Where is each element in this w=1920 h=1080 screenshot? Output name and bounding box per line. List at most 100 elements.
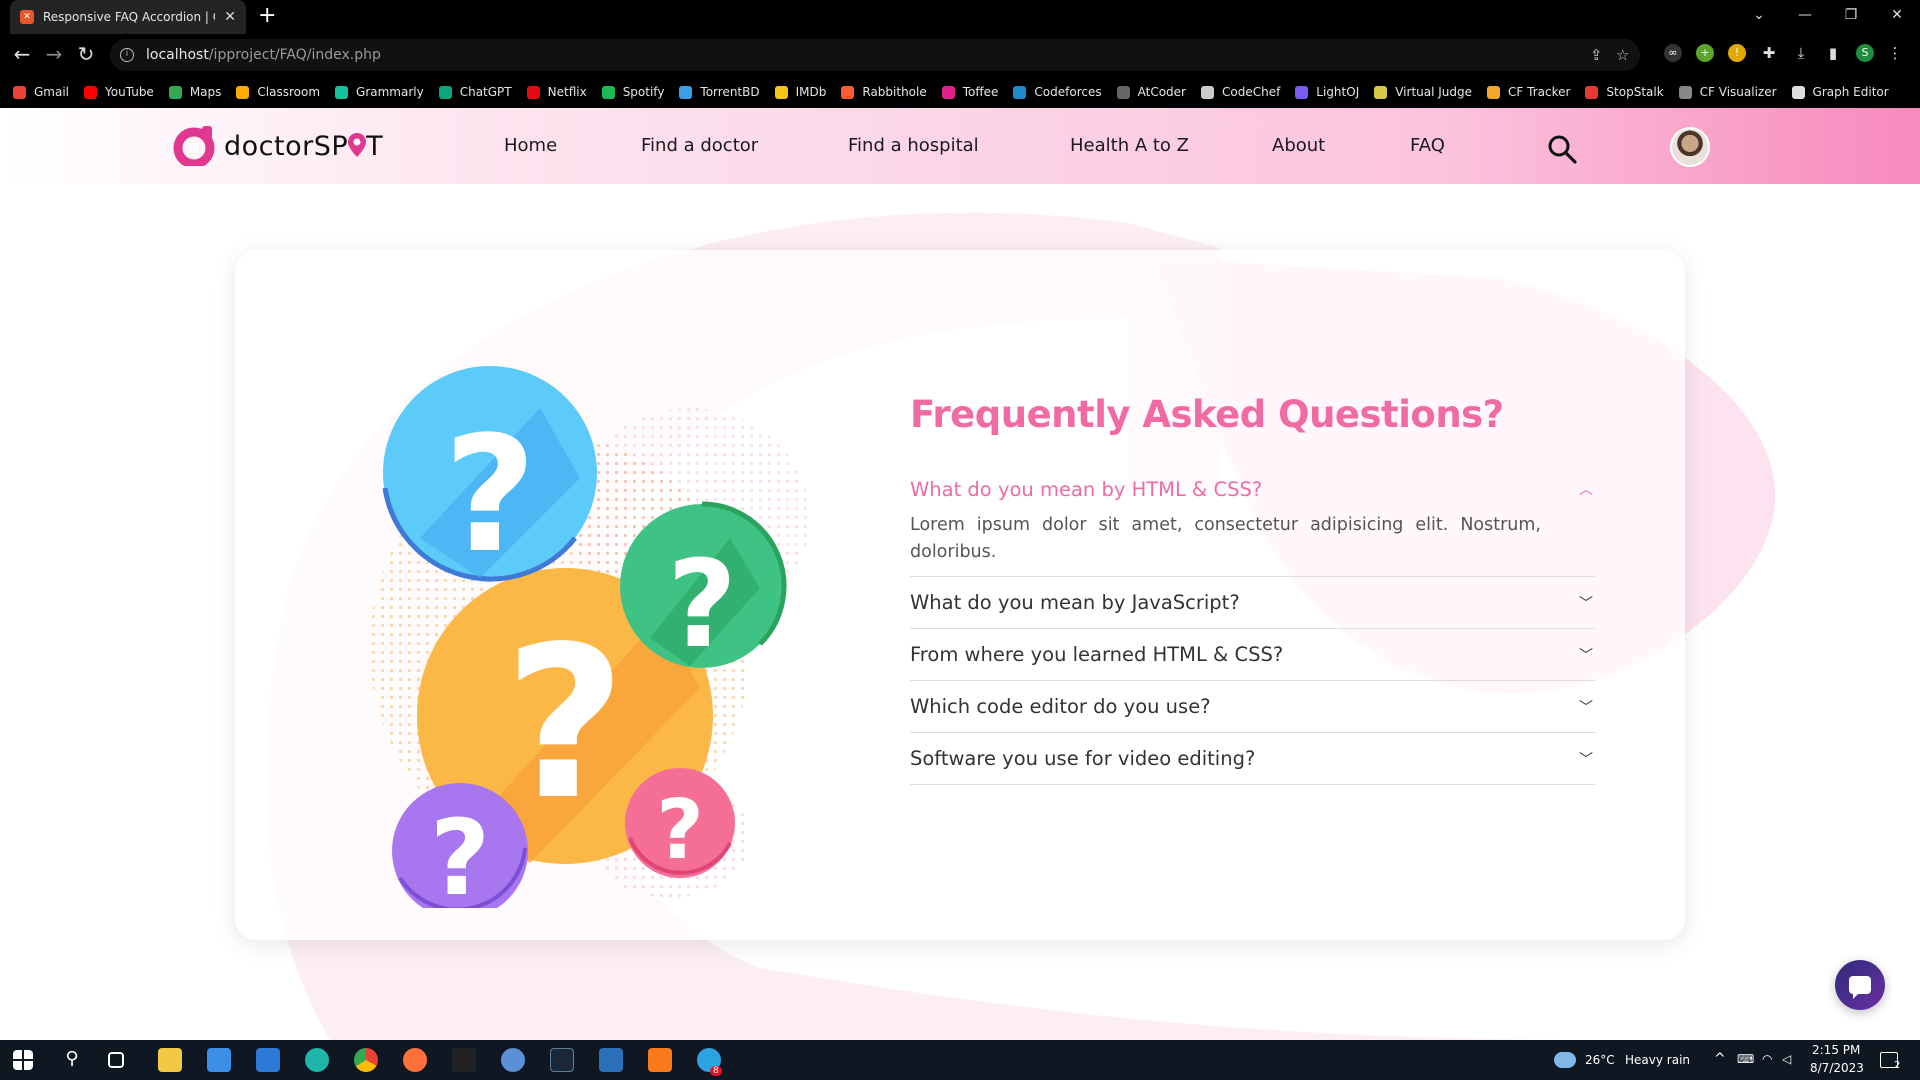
minimize-button[interactable]: —: [1782, 0, 1828, 30]
bookmark-item[interactable]: ChatGPT: [438, 85, 512, 99]
bookmark-icon: [526, 85, 540, 99]
bookmark-label: TorrentBD: [700, 85, 760, 99]
bookmark-item[interactable]: Spotify: [601, 85, 665, 99]
faq-item: From where you learned HTML & CSS? ﹀: [910, 629, 1595, 681]
bookmark-item[interactable]: Virtual Judge: [1374, 85, 1472, 99]
bookmark-item[interactable]: CF Visualizer: [1678, 85, 1777, 99]
faq-item: Software you use for video editing? ﹀: [910, 733, 1595, 785]
bookmark-item[interactable]: Rabbithole: [841, 85, 927, 99]
extension-alert-icon[interactable]: !: [1728, 44, 1746, 62]
chevron-up-icon[interactable]: ︿: [1577, 479, 1595, 499]
address-bar[interactable]: i localhost/ipproject/FAQ/index.php ⇪ ☆: [110, 39, 1640, 71]
chevron-down-icon[interactable]: ﹀: [1577, 645, 1595, 665]
microsoft-store-icon[interactable]: [207, 1048, 231, 1072]
user-avatar[interactable]: [1670, 127, 1710, 167]
restore-button[interactable]: ❐: [1828, 0, 1874, 30]
bookmark-item[interactable]: AtCoder: [1116, 85, 1186, 99]
faq-question[interactable]: What do you mean by HTML & CSS? ︿: [910, 470, 1595, 508]
windows-start-icon[interactable]: [13, 1050, 33, 1070]
reload-icon[interactable]: ↻: [74, 42, 98, 66]
bookmark-icon: [84, 85, 98, 99]
bookmark-item[interactable]: CF Tracker: [1487, 85, 1570, 99]
bookmark-item[interactable]: TorrentBD: [679, 85, 760, 99]
faq-title: Frequently Asked Questions?: [910, 393, 1504, 436]
wifi-icon[interactable]: ◠: [1762, 1052, 1772, 1066]
chevron-down-icon[interactable]: ﹀: [1577, 697, 1595, 717]
extension-glasses-icon[interactable]: ∞: [1664, 44, 1682, 62]
task-view-icon[interactable]: [108, 1052, 124, 1068]
weather-icon[interactable]: [1554, 1052, 1576, 1068]
side-panel-icon[interactable]: ▮: [1824, 44, 1842, 62]
bookmark-icon: [1374, 85, 1388, 99]
search-taskbar-icon[interactable]: ⚲: [60, 1048, 84, 1072]
logo-text: doctorSP T: [224, 130, 384, 162]
file-explorer-icon[interactable]: [158, 1048, 182, 1072]
new-tab-button[interactable]: +: [258, 4, 276, 28]
browser-tab[interactable]: ✕ Responsive FAQ Accordion | Cod ✕: [10, 0, 246, 34]
bookmark-icon: [1585, 85, 1599, 99]
site-info-icon[interactable]: i: [120, 48, 134, 62]
search-icon[interactable]: [1547, 134, 1577, 164]
back-icon[interactable]: ←: [10, 42, 34, 66]
firefox-icon[interactable]: [403, 1048, 427, 1072]
bookmark-label: Spotify: [622, 85, 665, 99]
bookmark-item[interactable]: Graph Editor: [1791, 85, 1889, 99]
bookmark-item[interactable]: Toffee: [941, 85, 999, 99]
bookmark-item[interactable]: Codeforces: [1013, 85, 1102, 99]
edge-icon[interactable]: [305, 1048, 329, 1072]
extensions-puzzle-icon[interactable]: ✚: [1760, 44, 1778, 62]
clock-time[interactable]: 2:15 PM: [1812, 1043, 1860, 1057]
faq-question[interactable]: Software you use for video editing? ﹀: [910, 733, 1595, 784]
site-logo[interactable]: doctorSP T: [172, 126, 383, 166]
faq-question[interactable]: Which code editor do you use? ﹀: [910, 681, 1595, 732]
bookmark-item[interactable]: Classroom: [236, 85, 320, 99]
bookmark-item[interactable]: CodeChef: [1200, 85, 1280, 99]
extension-plus-icon[interactable]: +: [1696, 44, 1714, 62]
nav-find-doctor[interactable]: Find a doctor: [641, 135, 758, 156]
bookmark-label: Maps: [189, 85, 222, 99]
chevron-down-icon[interactable]: ﹀: [1577, 749, 1595, 769]
bookmark-item[interactable]: LightOJ: [1295, 85, 1359, 99]
bookmark-label: Toffee: [962, 85, 999, 99]
nav-find-hospital[interactable]: Find a hospital: [848, 135, 979, 156]
bookmark-item[interactable]: Grammarly: [335, 85, 424, 99]
menu-kebab-icon[interactable]: ⋮: [1886, 44, 1904, 62]
faq-question[interactable]: What do you mean by JavaScript? ﹀: [910, 577, 1595, 628]
close-window-button[interactable]: ✕: [1874, 0, 1920, 30]
steam-icon[interactable]: [550, 1048, 574, 1072]
bookmark-item[interactable]: Gmail: [13, 85, 69, 99]
share-icon[interactable]: ⇪: [1590, 46, 1603, 64]
bookmark-icon: [168, 85, 182, 99]
nav-about[interactable]: About: [1272, 135, 1325, 156]
bookmark-icon: [841, 85, 855, 99]
nav-health-a-to-z[interactable]: Health A to Z: [1070, 135, 1189, 156]
chrome-icon[interactable]: [354, 1048, 378, 1072]
photos-icon[interactable]: [599, 1048, 623, 1072]
chevron-down-icon[interactable]: ﹀: [1577, 593, 1595, 613]
bookmark-icon: [601, 85, 615, 99]
nav-home[interactable]: Home: [504, 135, 557, 156]
bookmark-item[interactable]: StopStalk: [1585, 85, 1664, 99]
volume-icon[interactable]: ◁: [1782, 1052, 1791, 1066]
qbittorrent-icon[interactable]: [501, 1048, 525, 1072]
svg-text:?: ?: [667, 536, 737, 675]
language-icon[interactable]: ⌨: [1737, 1052, 1754, 1066]
bookmark-item[interactable]: Maps: [168, 85, 222, 99]
wolf-app-icon[interactable]: [452, 1048, 476, 1072]
forward-icon[interactable]: →: [42, 42, 66, 66]
tray-overflow-icon[interactable]: ^: [1714, 1051, 1726, 1067]
faq-question[interactable]: From where you learned HTML & CSS? ﹀: [910, 629, 1595, 680]
clock-date[interactable]: 8/7/2023: [1810, 1061, 1864, 1075]
download-icon[interactable]: ⤓: [1792, 44, 1810, 62]
mail-icon[interactable]: [256, 1048, 280, 1072]
bookmark-item[interactable]: IMDb: [774, 85, 826, 99]
profile-avatar[interactable]: S: [1856, 44, 1874, 62]
tab-search-icon[interactable]: ⌄: [1736, 0, 1782, 30]
bookmark-star-icon[interactable]: ☆: [1616, 46, 1629, 64]
chat-button[interactable]: [1835, 960, 1885, 1010]
bookmark-item[interactable]: YouTube: [84, 85, 154, 99]
xampp-icon[interactable]: [648, 1048, 672, 1072]
nav-faq[interactable]: FAQ: [1410, 135, 1445, 156]
bookmark-item[interactable]: Netflix: [526, 85, 587, 99]
tab-close-icon[interactable]: ✕: [224, 9, 236, 25]
